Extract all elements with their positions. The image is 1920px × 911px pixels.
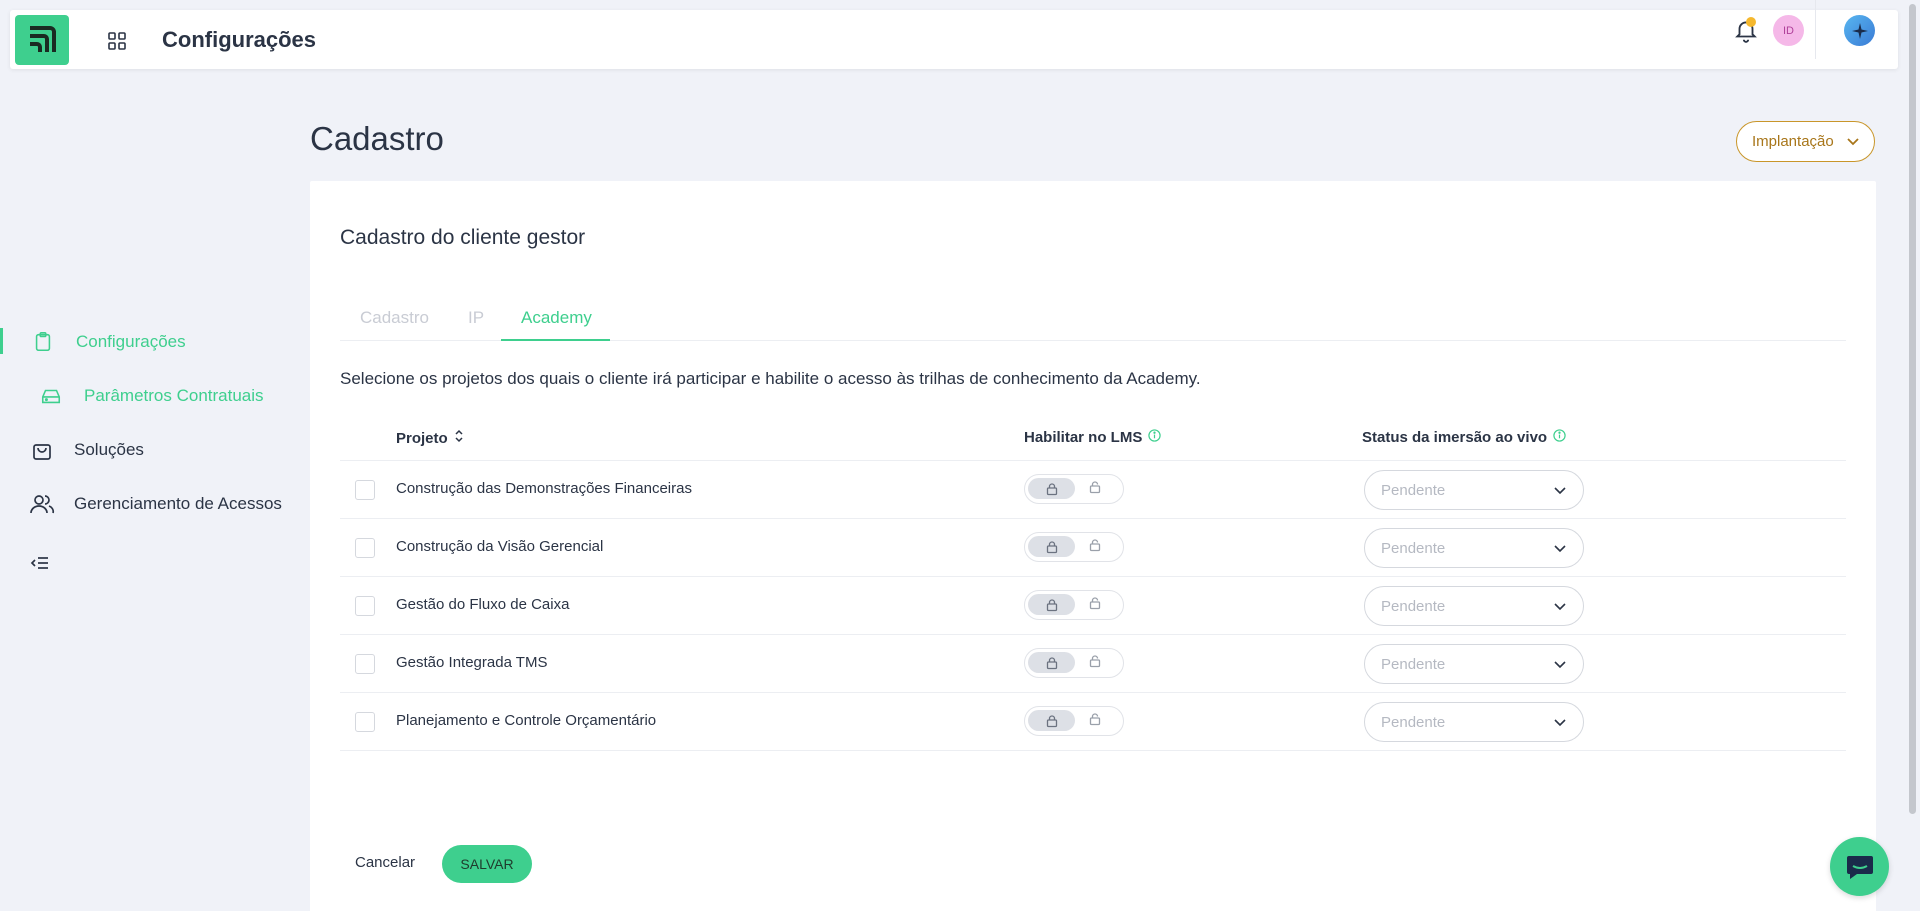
lock-icon (1028, 652, 1075, 673)
chevron-down-icon (1553, 541, 1567, 559)
active-tab-indicator (501, 339, 610, 341)
sidebar-item-label: Soluções (74, 440, 144, 459)
project-name: Construção da Visão Gerencial (396, 538, 604, 555)
chevron-down-icon (1553, 599, 1567, 617)
sidebar-item-gerenciamento-de-acessos[interactable]: Gerenciamento de Acessos (29, 491, 282, 517)
sidebar-item-label: Parâmetros Contratuais (84, 386, 264, 405)
chevron-down-icon (1846, 134, 1860, 152)
column-header-lms: Habilitar no LMS (1024, 429, 1162, 446)
table-row: Construção da Visão Gerencial Pendente (340, 519, 1846, 577)
project-name: Construção das Demonstrações Financeiras (396, 480, 692, 497)
page-title: Cadastro (310, 120, 444, 157)
table-row: Construção das Demonstrações Financeiras… (340, 461, 1846, 519)
status-select[interactable]: Pendente (1364, 702, 1584, 742)
chat-icon[interactable] (1830, 837, 1889, 896)
chevron-down-icon (1553, 715, 1567, 733)
status-value: Pendente (1381, 655, 1446, 673)
unlock-icon (1088, 538, 1102, 557)
vertical-scrollbar[interactable] (1905, 0, 1920, 911)
sidebar-active-indicator (0, 328, 3, 354)
project-name: Planejamento e Controle Orçamentário (396, 712, 657, 729)
column-header-status: Status da imersão ao vivo (1362, 429, 1566, 446)
registration-card: Cadastro do cliente gestor Cadastro IP A… (310, 181, 1876, 911)
drive-icon (38, 383, 64, 409)
project-name: Gestão do Fluxo de Caixa (396, 596, 570, 613)
top-bar: Configurações (10, 10, 1898, 69)
status-value: Pendente (1381, 713, 1446, 731)
unlock-icon (1088, 654, 1102, 673)
sort-icon (454, 429, 464, 447)
lms-toggle[interactable] (1024, 590, 1124, 620)
unlock-icon (1088, 480, 1102, 499)
shopping-bag-icon (29, 437, 55, 463)
table-row: Planejamento e Controle Orçamentário Pen… (340, 693, 1846, 751)
cancel-button[interactable]: Cancelar (355, 854, 415, 871)
row-checkbox[interactable] (355, 538, 375, 558)
status-value: Pendente (1381, 481, 1446, 499)
column-label: Status da imersão ao vivo (1362, 429, 1548, 446)
scrollbar-thumb[interactable] (1909, 4, 1916, 814)
description-text: Selecione os projetos dos quais o client… (340, 369, 1201, 388)
lms-toggle[interactable] (1024, 706, 1124, 736)
notification-dot (1746, 17, 1756, 27)
lock-icon (1028, 594, 1075, 615)
unlock-icon (1088, 712, 1102, 731)
sidebar-item-label: Configurações (76, 332, 186, 351)
info-icon[interactable] (1553, 429, 1566, 446)
table-header: Projeto Habilitar no LMS Status da imers… (340, 421, 1846, 461)
sidebar-item-solucoes[interactable]: Soluções (29, 437, 144, 463)
sidebar-item-configuracoes[interactable]: Configurações (30, 329, 186, 355)
collapse-menu-icon[interactable] (30, 554, 50, 572)
status-select[interactable]: Pendente (1364, 586, 1584, 626)
row-checkbox[interactable] (355, 480, 375, 500)
chevron-down-icon (1553, 483, 1567, 501)
row-checkbox[interactable] (355, 712, 375, 732)
sidebar-item-label: Gerenciamento de Acessos (74, 494, 282, 513)
app-title: Configurações (162, 27, 317, 52)
tab-academy[interactable]: Academy (521, 308, 592, 328)
lms-toggle[interactable] (1024, 474, 1124, 504)
info-icon[interactable] (1148, 429, 1162, 446)
status-value: Pendente (1381, 597, 1446, 615)
status-value: Pendente (1381, 539, 1446, 557)
tab-bar: Cadastro IP Academy (340, 296, 1846, 341)
table-row: Gestão Integrada TMS Pendente (340, 635, 1846, 693)
lms-toggle[interactable] (1024, 532, 1124, 562)
apps-grid-icon[interactable] (107, 31, 127, 51)
sidebar-item-parametros-contratuais[interactable]: Parâmetros Contratuais (38, 383, 264, 409)
status-select[interactable]: Pendente (1364, 644, 1584, 684)
project-name: Gestão Integrada TMS (396, 654, 548, 671)
tab-cadastro[interactable]: Cadastro (360, 308, 429, 328)
row-checkbox[interactable] (355, 654, 375, 674)
avatar[interactable]: ID (1773, 15, 1804, 46)
lock-icon (1028, 710, 1075, 731)
phase-select[interactable]: Implantação (1736, 121, 1875, 162)
lock-icon (1028, 478, 1075, 499)
status-select[interactable]: Pendente (1364, 528, 1584, 568)
divider (1815, 0, 1816, 59)
save-button[interactable]: SALVAR (442, 845, 532, 883)
column-label: Projeto (396, 429, 448, 447)
chevron-down-icon (1553, 657, 1567, 675)
status-select[interactable]: Pendente (1364, 470, 1584, 510)
column-header-project[interactable]: Projeto (396, 429, 464, 447)
card-title: Cadastro do cliente gestor (340, 226, 586, 249)
lms-toggle[interactable] (1024, 648, 1124, 678)
row-checkbox[interactable] (355, 596, 375, 616)
users-icon (29, 491, 55, 517)
clipboard-icon (30, 329, 56, 355)
table-row: Gestão do Fluxo de Caixa Pendente (340, 577, 1846, 635)
phase-select-value: Implantação (1752, 133, 1834, 150)
column-label: Habilitar no LMS (1024, 429, 1143, 446)
unlock-icon (1088, 596, 1102, 615)
tab-ip[interactable]: IP (468, 308, 484, 328)
lock-icon (1028, 536, 1075, 557)
ai-sparkle-icon[interactable] (1844, 15, 1875, 46)
logo-icon[interactable] (15, 15, 69, 65)
